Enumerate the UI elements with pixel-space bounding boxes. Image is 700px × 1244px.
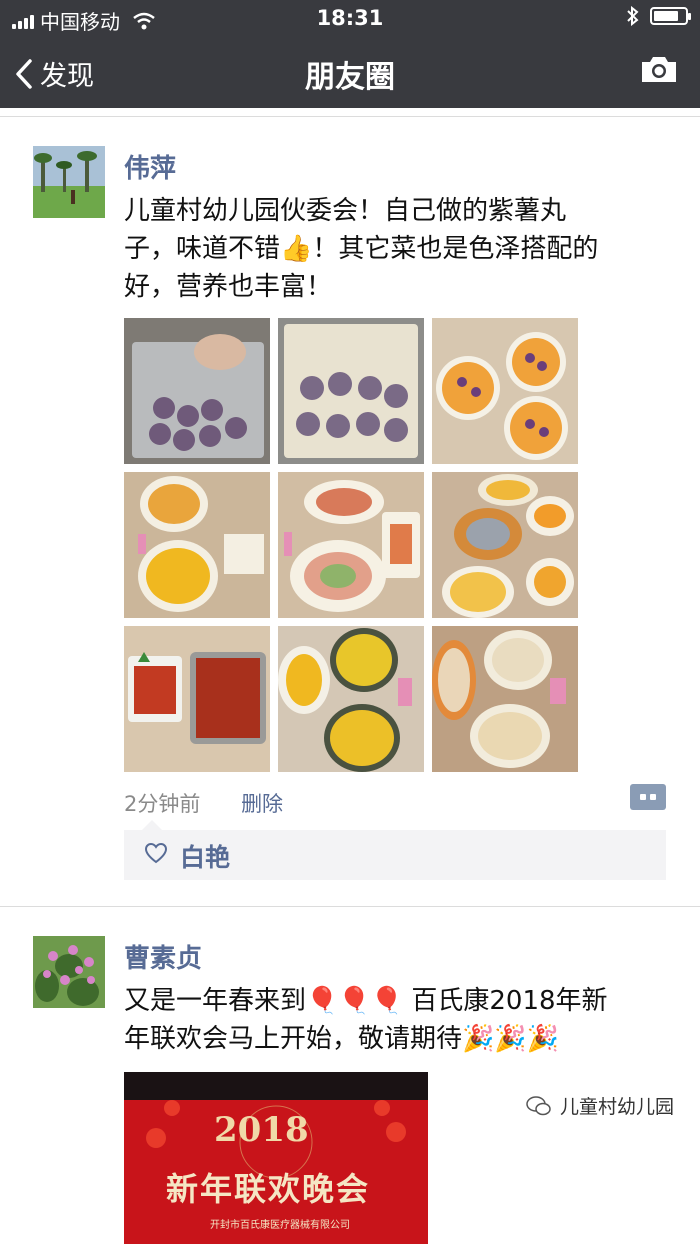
heart-icon: [144, 842, 168, 864]
post-author[interactable]: 曹素贞: [124, 938, 202, 975]
photo-thumb[interactable]: [124, 472, 270, 618]
banner-year: 2018: [214, 1110, 309, 1150]
divider: [0, 906, 700, 907]
watermark: 儿童村幼儿园: [521, 1090, 678, 1121]
like-user[interactable]: 白艳: [180, 838, 230, 874]
photo-image: [278, 318, 424, 464]
watermark-label: 儿童村幼儿园: [559, 1096, 674, 1118]
banner-subline: 开封市百氏康医疗器械有限公司: [210, 1220, 350, 1231]
status-bar: 中国移动 18:31: [0, 0, 700, 36]
avatar-image: [33, 936, 105, 1008]
post-text-line: 好，营养也丰富！: [124, 272, 333, 302]
battery-icon: [650, 7, 691, 25]
banner-headline: 新年联欢晚会: [166, 1170, 371, 1208]
page-title: 朋友圈: [305, 60, 395, 95]
avatar[interactable]: [33, 936, 105, 1008]
post-author[interactable]: 伟萍: [124, 148, 176, 185]
photo-image: [432, 318, 578, 464]
photo-thumb[interactable]: [278, 472, 424, 618]
avatar[interactable]: [33, 146, 105, 218]
photo-thumb[interactable]: [278, 626, 424, 772]
status-right: [626, 6, 691, 26]
photo-image: [124, 626, 270, 772]
post-text: 又是一年春来到🎈🎈🎈 百氏康2018年新 年联欢会马上开始，敬请期待🎉🎉🎉: [124, 982, 608, 1058]
photo-thumb[interactable]: [124, 626, 270, 772]
photo-thumb[interactable]: [432, 318, 578, 464]
post-text-line: 年联欢会马上开始，敬请期待🎉🎉🎉: [124, 1024, 560, 1054]
likes-panel: 白艳: [124, 820, 666, 880]
photo-thumb[interactable]: [124, 318, 270, 464]
camera-icon: [642, 57, 676, 82]
photo-thumb[interactable]: [432, 472, 578, 618]
top-bar: 中国移动 18:31 发现 朋友圈: [0, 0, 700, 108]
post-text-line: 儿童村幼儿园伙委会！自己做的紫薯丸: [124, 196, 567, 226]
post-photo[interactable]: 2018 新年联欢晚会 开封市百氏康医疗器械有限公司: [124, 1072, 428, 1244]
post-text: 儿童村幼儿园伙委会！自己做的紫薯丸 子，味道不错👍！其它菜也是色泽搭配的 好，营…: [124, 192, 598, 306]
battery-fill: [654, 11, 678, 21]
photo-image: [278, 472, 424, 618]
wechat-icon: [526, 1095, 551, 1115]
post-time: 2分钟前: [124, 792, 201, 816]
photo-image: [124, 318, 270, 464]
bluetooth-icon: [627, 6, 639, 26]
delete-button[interactable]: 删除: [241, 792, 283, 816]
divider: [0, 116, 700, 117]
post-meta: 2分钟前 删除: [124, 788, 283, 818]
avatar-image: [33, 146, 105, 218]
post-text-line: 子，味道不错👍！其它菜也是色泽搭配的: [124, 234, 599, 264]
photo-image: [432, 472, 578, 618]
photo-image: [278, 626, 424, 772]
photo-thumb[interactable]: [432, 626, 578, 772]
photo-image: [124, 472, 270, 618]
photo-thumb[interactable]: [278, 318, 424, 464]
moments-feed: 伟萍 儿童村幼儿园伙委会！自己做的紫薯丸 子，味道不错👍！其它菜也是色泽搭配的 …: [0, 108, 700, 1244]
nav-bar: 发现 朋友圈: [0, 36, 700, 108]
comment-icon[interactable]: [630, 784, 666, 810]
clock: 18:31: [316, 6, 384, 30]
post-text-line: 又是一年春来到🎈🎈🎈 百氏康2018年新: [124, 986, 608, 1016]
photo-image: [432, 626, 578, 772]
camera-button[interactable]: [640, 54, 678, 88]
photo-grid: [124, 318, 578, 772]
